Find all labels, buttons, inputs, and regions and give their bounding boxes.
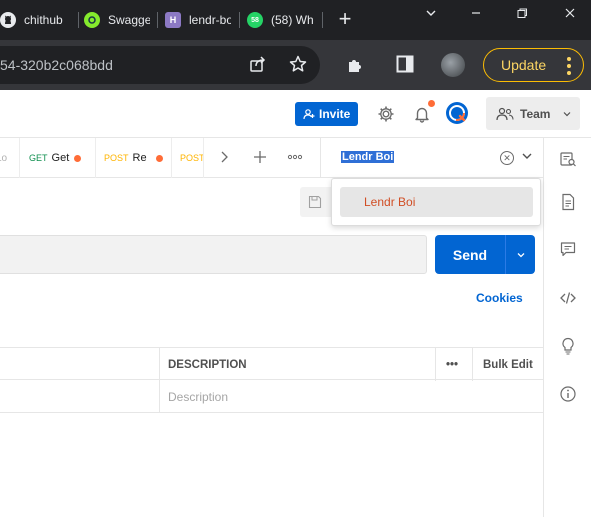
chevron-down-icon[interactable] bbox=[521, 150, 533, 165]
more-tabs-icon[interactable] bbox=[286, 150, 304, 167]
cookies-link[interactable]: Cookies bbox=[476, 291, 523, 305]
comments-icon[interactable] bbox=[559, 240, 577, 258]
restore-icon[interactable] bbox=[512, 6, 532, 22]
address-bar-url[interactable]: 54-320b2c068bdd bbox=[0, 57, 113, 73]
browser-tab-swagger[interactable]: Swagge bbox=[84, 6, 150, 34]
new-request-tab-icon[interactable] bbox=[251, 150, 269, 167]
send-button[interactable]: Send bbox=[435, 235, 505, 274]
environment-selector[interactable]: Lendr Boi ✕ bbox=[320, 138, 543, 178]
environment-selector-value[interactable]: Lendr Boi bbox=[341, 151, 395, 163]
bulk-edit-button[interactable]: Bulk Edit bbox=[472, 348, 543, 381]
notifications-bell-icon[interactable] bbox=[412, 104, 432, 124]
description-input[interactable]: Description bbox=[159, 380, 543, 413]
settings-gear-icon[interactable] bbox=[376, 104, 396, 124]
browser-tab-strip: chithub Swagge H lendr-bo 58 (58) Wh + bbox=[0, 0, 591, 40]
tab-separator bbox=[322, 12, 323, 28]
request-tab[interactable]: GET Get bbox=[20, 138, 96, 178]
unsaved-changes-dot bbox=[74, 154, 82, 162]
clear-environment-icon[interactable]: ✕ bbox=[500, 151, 514, 165]
params-table: DESCRIPTION ••• Bulk Edit Description bbox=[0, 347, 543, 413]
more-vertical-icon bbox=[567, 57, 571, 75]
minimize-icon[interactable] bbox=[466, 6, 486, 22]
update-button[interactable]: Update bbox=[483, 48, 584, 82]
environment-option[interactable]: Lendr Boi bbox=[340, 187, 533, 217]
column-options-button[interactable]: ••• bbox=[435, 348, 472, 381]
team-button[interactable]: Team bbox=[486, 97, 580, 130]
team-users-icon bbox=[496, 107, 514, 120]
request-url-input[interactable] bbox=[0, 235, 427, 274]
side-panel-icon[interactable] bbox=[394, 53, 416, 75]
sync-status-icon[interactable] bbox=[445, 101, 469, 125]
table-row: Description bbox=[0, 380, 543, 413]
notification-badge bbox=[428, 100, 435, 107]
environment-quick-look-icon[interactable] bbox=[559, 150, 577, 168]
table-header-row: DESCRIPTION ••• Bulk Edit bbox=[0, 347, 543, 381]
request-tab[interactable]: Lo bbox=[0, 138, 20, 178]
swagger-icon bbox=[84, 12, 100, 28]
info-icon[interactable] bbox=[559, 385, 577, 403]
request-tab[interactable]: POST bbox=[172, 138, 204, 178]
tab-separator bbox=[157, 12, 158, 28]
info-bulb-icon[interactable] bbox=[559, 337, 577, 355]
heroku-icon: H bbox=[165, 12, 181, 28]
github-icon bbox=[0, 12, 16, 28]
browser-tab-whatsapp[interactable]: 58 (58) Wh bbox=[247, 6, 315, 34]
request-tab[interactable]: POST Re bbox=[96, 138, 172, 178]
chevron-down-icon bbox=[517, 252, 524, 257]
new-tab-button[interactable]: + bbox=[333, 8, 357, 32]
invite-button[interactable]: Invite bbox=[295, 102, 358, 126]
send-options-dropdown[interactable] bbox=[505, 235, 535, 274]
extensions-icon[interactable] bbox=[345, 53, 367, 75]
chevron-down-icon bbox=[564, 111, 571, 116]
save-disk-icon bbox=[308, 195, 322, 209]
browser-tab-github[interactable]: chithub bbox=[0, 6, 70, 34]
tab-separator bbox=[78, 12, 79, 28]
close-window-icon[interactable] bbox=[560, 6, 580, 22]
unsaved-changes-dot bbox=[155, 154, 163, 162]
column-header-description: DESCRIPTION bbox=[159, 348, 435, 381]
code-snippet-icon[interactable] bbox=[559, 289, 577, 307]
add-user-icon bbox=[303, 109, 315, 120]
browser-tab-heroku[interactable]: H lendr-bo bbox=[165, 6, 231, 34]
environment-dropdown: Lendr Boi bbox=[331, 178, 541, 226]
right-sidebar bbox=[543, 138, 591, 517]
documentation-icon[interactable] bbox=[559, 193, 577, 211]
profile-avatar[interactable] bbox=[441, 53, 465, 77]
bookmark-star-icon[interactable] bbox=[287, 53, 309, 75]
whatsapp-icon: 58 bbox=[247, 12, 263, 28]
tab-search-chevron-icon[interactable] bbox=[421, 6, 441, 22]
tab-separator bbox=[239, 12, 240, 28]
share-icon[interactable] bbox=[247, 53, 269, 75]
scroll-tabs-right-icon[interactable] bbox=[215, 150, 233, 167]
